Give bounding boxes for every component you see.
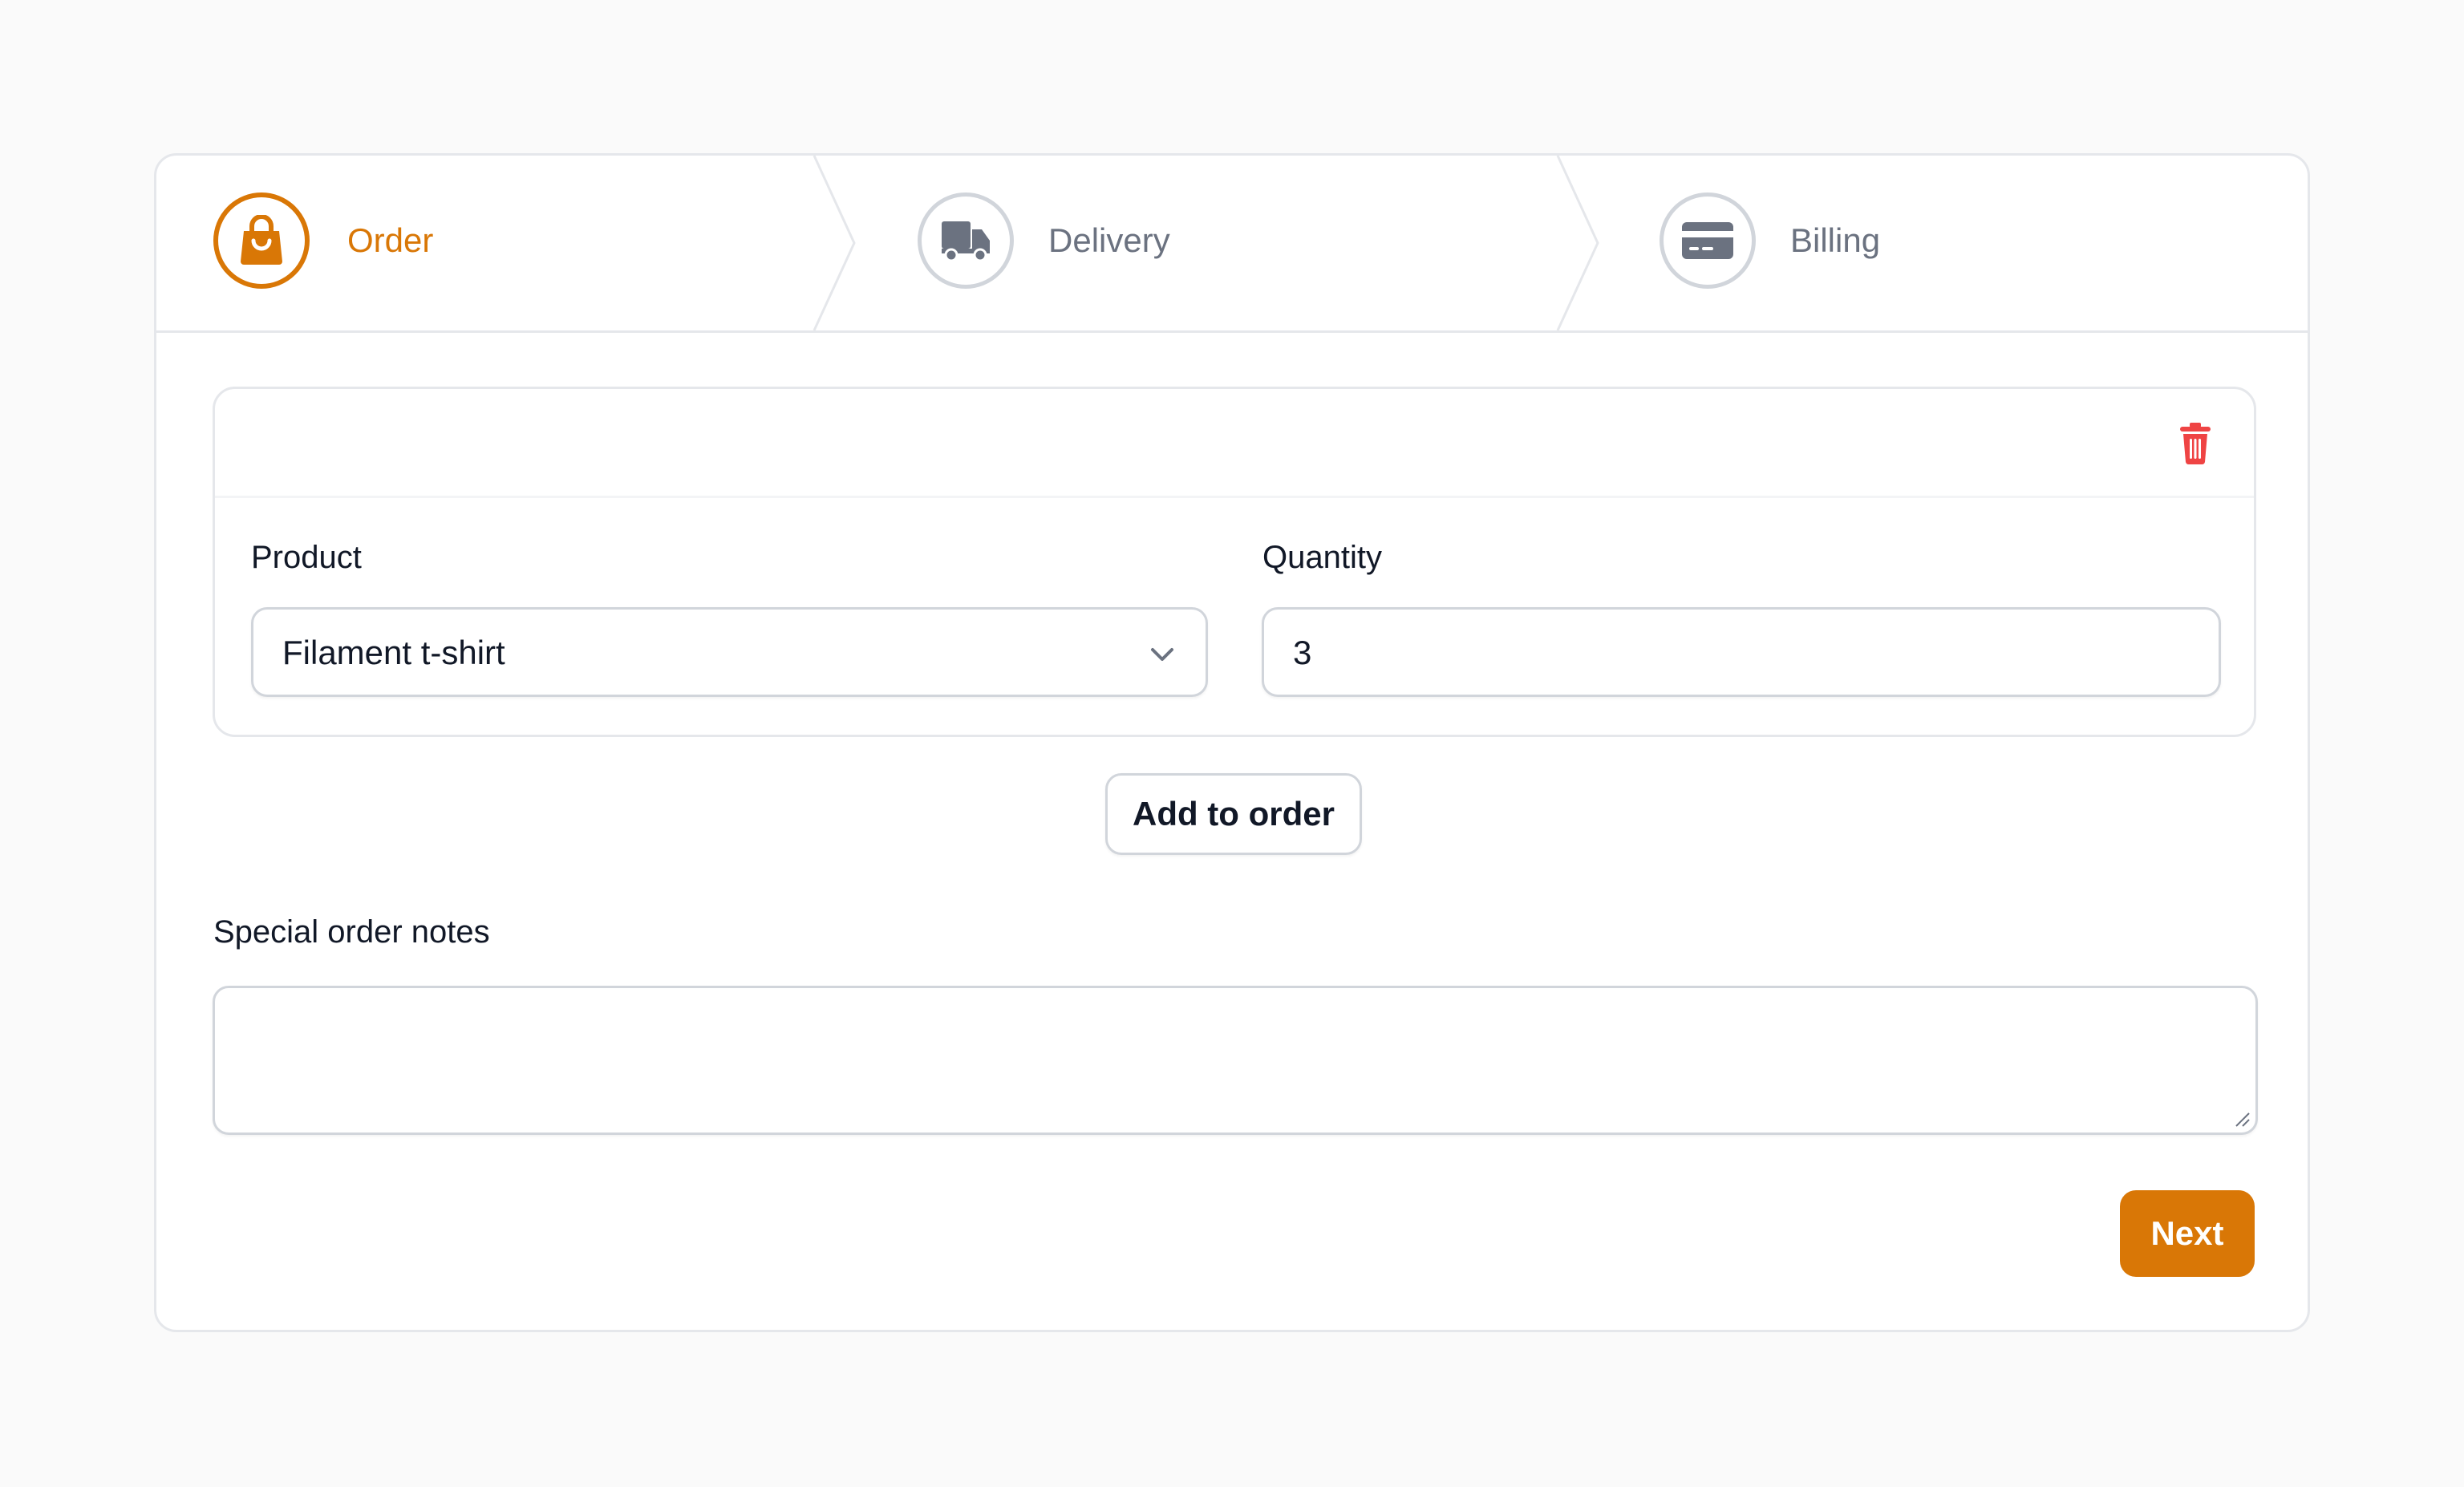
order-item-header <box>215 389 2254 498</box>
step-delivery[interactable]: Delivery <box>854 156 1576 330</box>
step-billing[interactable]: Billing <box>1598 156 2304 330</box>
quantity-input[interactable]: 3 <box>1262 607 2221 697</box>
step-billing-label: Billing <box>1790 221 1881 259</box>
product-select[interactable]: Filament t-shirt <box>251 607 1208 697</box>
delete-item-button[interactable] <box>2172 418 2219 469</box>
truck-icon <box>942 221 990 262</box>
special-notes-label: Special order notes <box>213 914 490 950</box>
product-select-value: Filament t-shirt <box>282 634 505 671</box>
step-order[interactable]: Order <box>156 156 822 330</box>
next-button[interactable]: Next <box>2120 1190 2255 1277</box>
step-order-label: Order <box>347 221 434 259</box>
wizard-card: Order Delivery Billing Product Filament … <box>154 153 2310 1332</box>
quantity-input-value: 3 <box>1293 634 1312 671</box>
step-delivery-label: Delivery <box>1048 221 1170 259</box>
step-divider <box>813 156 856 330</box>
shopping-bag-icon <box>241 215 282 265</box>
add-to-order-button[interactable]: Add to order <box>1105 773 1362 855</box>
step-billing-circle <box>1660 192 1756 289</box>
product-label: Product <box>251 540 362 575</box>
chevron-down-icon <box>1151 648 1173 661</box>
wizard-steps: Order Delivery Billing <box>156 156 2308 333</box>
credit-card-icon <box>1682 222 1733 259</box>
step-order-circle <box>213 192 310 289</box>
special-notes-textarea[interactable] <box>213 986 2258 1135</box>
step-delivery-circle <box>918 192 1014 289</box>
step-divider <box>1556 156 1599 330</box>
quantity-label: Quantity <box>1262 540 1382 575</box>
resize-handle-icon[interactable] <box>2231 1108 2251 1128</box>
order-item: Product Filament t-shirt Quantity 3 <box>213 387 2256 737</box>
trash-icon <box>2180 423 2211 465</box>
